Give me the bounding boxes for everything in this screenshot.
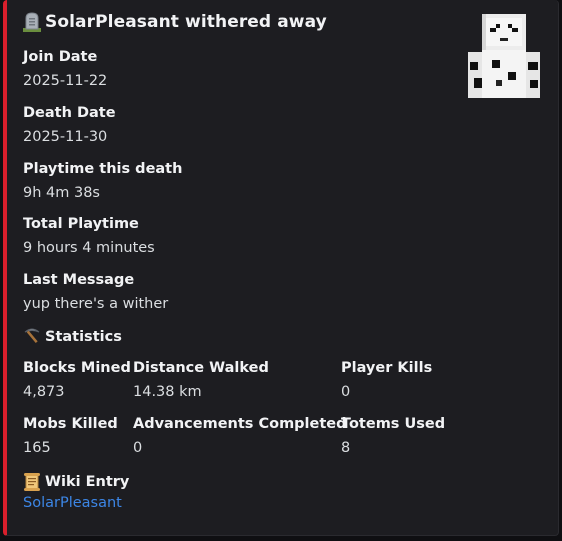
embed-title: SolarPleasant withered away <box>45 12 327 32</box>
distance-walked-label: Distance Walked <box>133 360 269 376</box>
death-date-label: Death Date <box>23 105 116 121</box>
player-skin-avatar <box>466 14 542 98</box>
death-date-value: 2025-11-30 <box>23 129 108 145</box>
statistics-heading-label: Statistics <box>45 329 122 345</box>
distance-walked-value: 14.38 km <box>133 384 202 400</box>
wiki-link[interactable]: SolarPleasant <box>23 495 122 511</box>
total-playtime-value: 9 hours 4 minutes <box>23 240 155 256</box>
playtime-death-value: 9h 4m 38s <box>23 185 100 201</box>
death-embed: SolarPleasant withered away Join Date 20… <box>3 0 559 536</box>
pickaxe-icon <box>23 327 41 347</box>
wiki-heading-label: Wiki Entry <box>45 474 130 490</box>
join-date-label: Join Date <box>23 49 98 65</box>
player-kills-value: 0 <box>341 384 351 400</box>
advancements-label: Advancements Completed <box>133 416 347 432</box>
scroll-icon <box>23 472 41 492</box>
blocks-mined-label: Blocks Mined <box>23 360 131 376</box>
mobs-killed-value: 165 <box>23 440 51 456</box>
last-message-value: yup there's a wither <box>23 296 169 312</box>
player-kills-label: Player Kills <box>341 360 433 376</box>
mobs-killed-label: Mobs Killed <box>23 416 118 432</box>
wiki-heading: Wiki Entry <box>23 472 129 492</box>
headstone-icon <box>23 12 41 32</box>
totems-used-value: 8 <box>341 440 351 456</box>
embed-title-row: SolarPleasant withered away <box>23 12 327 32</box>
total-playtime-label: Total Playtime <box>23 216 139 232</box>
blocks-mined-value: 4,873 <box>23 384 65 400</box>
join-date-value: 2025-11-22 <box>23 73 108 89</box>
playtime-death-label: Playtime this death <box>23 161 183 177</box>
last-message-label: Last Message <box>23 272 135 288</box>
advancements-value: 0 <box>133 440 143 456</box>
totems-used-label: Totems Used <box>341 416 446 432</box>
statistics-heading: Statistics <box>23 327 122 347</box>
